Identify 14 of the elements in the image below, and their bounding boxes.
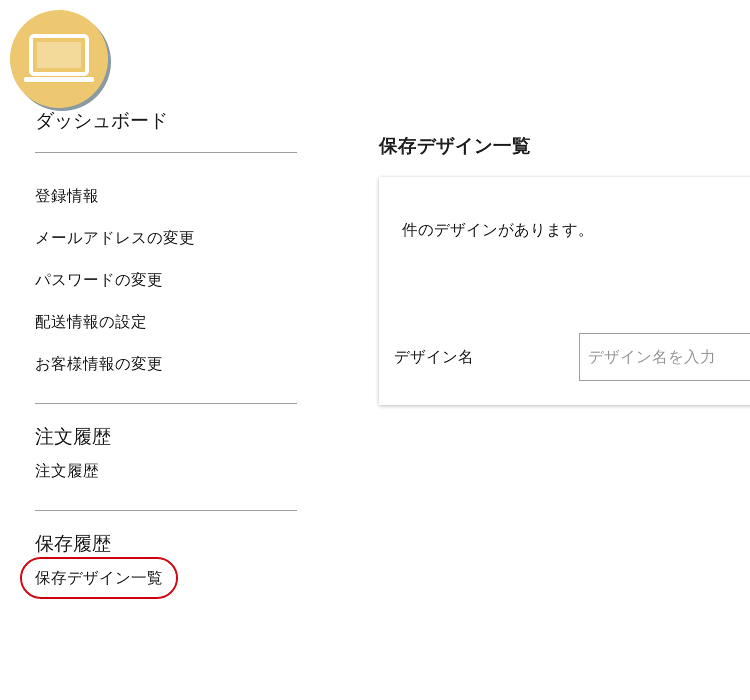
section-heading: 注文履歴 — [35, 425, 112, 450]
section-heading: 保存履歴 — [35, 532, 112, 557]
design-count-text: 件のデザインがあります。 — [402, 220, 595, 241]
section-heading: ダッシュボード — [35, 109, 169, 134]
sidebar-link[interactable]: 配送情報の設定 — [35, 311, 147, 333]
sidebar-link[interactable]: 保存デザイン一覧 — [20, 557, 178, 599]
sidebar-link[interactable]: お客様情報の変更 — [35, 353, 163, 375]
sidebar-link[interactable]: パスワードの変更 — [35, 269, 163, 291]
design-name-field[interactable]: デザイン名を入力 — [579, 333, 750, 381]
field-label: デザイン名 — [393, 346, 475, 368]
sidebar-link[interactable]: 注文履歴 — [35, 460, 99, 482]
sidebar-link[interactable]: 登録情報 — [35, 185, 99, 207]
sidebar-link[interactable]: メールアドレスの変更 — [35, 227, 195, 249]
page-title: 保存デザイン一覧 — [379, 135, 532, 159]
